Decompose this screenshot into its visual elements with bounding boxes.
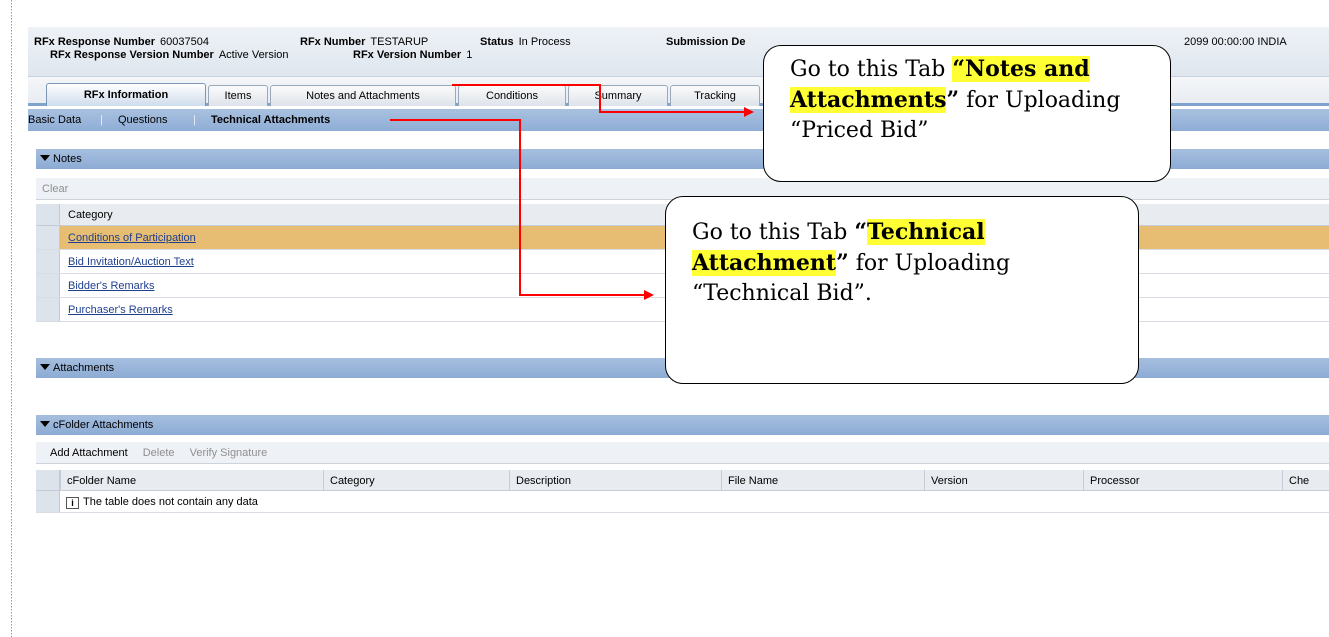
column-header-description[interactable]: Description: [509, 470, 721, 492]
rfx-number-value: TESTARUP: [370, 36, 429, 48]
note-link-conditions-of-participation[interactable]: Conditions of Participation: [68, 227, 196, 249]
column-header-file-name[interactable]: File Name: [721, 470, 924, 492]
callout-quote-open: “: [854, 219, 868, 245]
subtab-separator: |: [193, 114, 196, 126]
callout-technical-attachment: Go to this Tab “Technical Attachment” fo…: [665, 196, 1139, 384]
clear-button[interactable]: Clear: [42, 183, 68, 195]
row-selector[interactable]: [36, 226, 60, 249]
response-number-field: RFx Response Number 60037504: [34, 36, 209, 48]
note-link-purchasers-remarks[interactable]: Purchaser's Remarks: [68, 299, 173, 321]
row-selector[interactable]: [36, 250, 60, 273]
cfolder-table: cFolder Name Category Description File N…: [36, 470, 1329, 518]
column-header-che[interactable]: Che: [1282, 470, 1329, 492]
notes-section-title: Notes: [53, 153, 82, 165]
status-label: Status: [480, 36, 514, 48]
submission-label: Submission De: [666, 36, 746, 48]
page-left-border: [11, 0, 12, 637]
rfx-number-label: RFx Number: [300, 36, 366, 48]
info-icon: i: [66, 497, 79, 509]
select-all-cell[interactable]: [36, 470, 60, 490]
tab-tracking[interactable]: Tracking: [670, 85, 760, 106]
subtab-separator: |: [100, 114, 103, 126]
response-number-value: 60037504: [160, 36, 209, 48]
tab-notes-and-attachments[interactable]: Notes and Attachments: [270, 85, 456, 106]
callout-quote-close: ”: [836, 250, 849, 276]
row-selector[interactable]: [36, 274, 60, 297]
response-version-field: RFx Response Version Number Active Versio…: [50, 49, 289, 61]
tab-summary[interactable]: Summary: [568, 85, 668, 106]
rfx-version-label: RFx Version Number: [353, 49, 462, 61]
response-version-label: RFx Response Version Number: [50, 49, 214, 61]
tab-conditions[interactable]: Conditions: [458, 85, 566, 106]
row-selector[interactable]: [36, 298, 60, 321]
row-selector: [36, 491, 60, 512]
callout-notes-and-attachments: Go to this Tab “Notes and Attachments” f…: [763, 45, 1171, 182]
select-all-cell[interactable]: [36, 204, 60, 225]
callout-text-prefix: Go to this Tab: [790, 57, 953, 82]
tab-rfx-information[interactable]: RFx Information: [46, 83, 206, 106]
subtab-basic-data[interactable]: Basic Data: [28, 109, 81, 131]
cfolder-toolbar: Add Attachment Delete Verify Signature: [36, 442, 1329, 464]
submission-deadline-value: 2099 00:00:00 INDIA: [1184, 36, 1287, 48]
collapse-caret-icon: [40, 421, 50, 427]
note-link-bid-invitation[interactable]: Bid Invitation/Auction Text: [68, 251, 194, 273]
collapse-caret-icon: [40, 155, 50, 161]
callout-text-prefix: Go to this Tab: [692, 220, 855, 245]
column-header-category[interactable]: Category: [323, 470, 509, 492]
delete-button[interactable]: Delete: [143, 447, 175, 459]
column-header-category: Category: [68, 209, 113, 221]
status-value: In Process: [518, 36, 571, 48]
status-field: Status In Process: [480, 36, 571, 48]
subtab-technical-attachments[interactable]: Technical Attachments: [211, 109, 330, 131]
column-header-cfolder-name[interactable]: cFolder Name: [60, 470, 323, 492]
empty-table-message: i The table does not contain any data: [66, 491, 258, 513]
note-link-bidders-remarks[interactable]: Bidder's Remarks: [68, 275, 154, 297]
rfx-number-field: RFx Number TESTARUP: [300, 36, 428, 48]
callout-quote-close: ”: [946, 87, 960, 113]
submission-field: Submission De: [666, 36, 750, 48]
subtab-questions[interactable]: Questions: [118, 109, 168, 131]
collapse-caret-icon: [40, 364, 50, 370]
response-version-value: Active Version: [218, 49, 289, 61]
add-attachment-button[interactable]: Add Attachment: [50, 447, 128, 459]
cfolder-section-header[interactable]: cFolder Attachments: [36, 415, 1329, 435]
cfolder-section-title: cFolder Attachments: [53, 419, 154, 431]
response-number-label: RFx Response Number: [34, 36, 156, 48]
tab-items[interactable]: Items: [208, 85, 268, 106]
column-header-processor[interactable]: Processor: [1083, 470, 1282, 492]
rfx-version-value: 1: [466, 49, 473, 61]
table-row: i The table does not contain any data: [36, 491, 1329, 513]
empty-message-text: The table does not contain any data: [83, 496, 258, 508]
rfx-version-field: RFx Version Number 1: [353, 49, 472, 61]
verify-signature-button[interactable]: Verify Signature: [190, 447, 268, 459]
column-header-version[interactable]: Version: [924, 470, 1083, 492]
cfolder-table-header: cFolder Name Category Description File N…: [36, 470, 1329, 492]
attachments-section-title: Attachments: [53, 362, 115, 374]
